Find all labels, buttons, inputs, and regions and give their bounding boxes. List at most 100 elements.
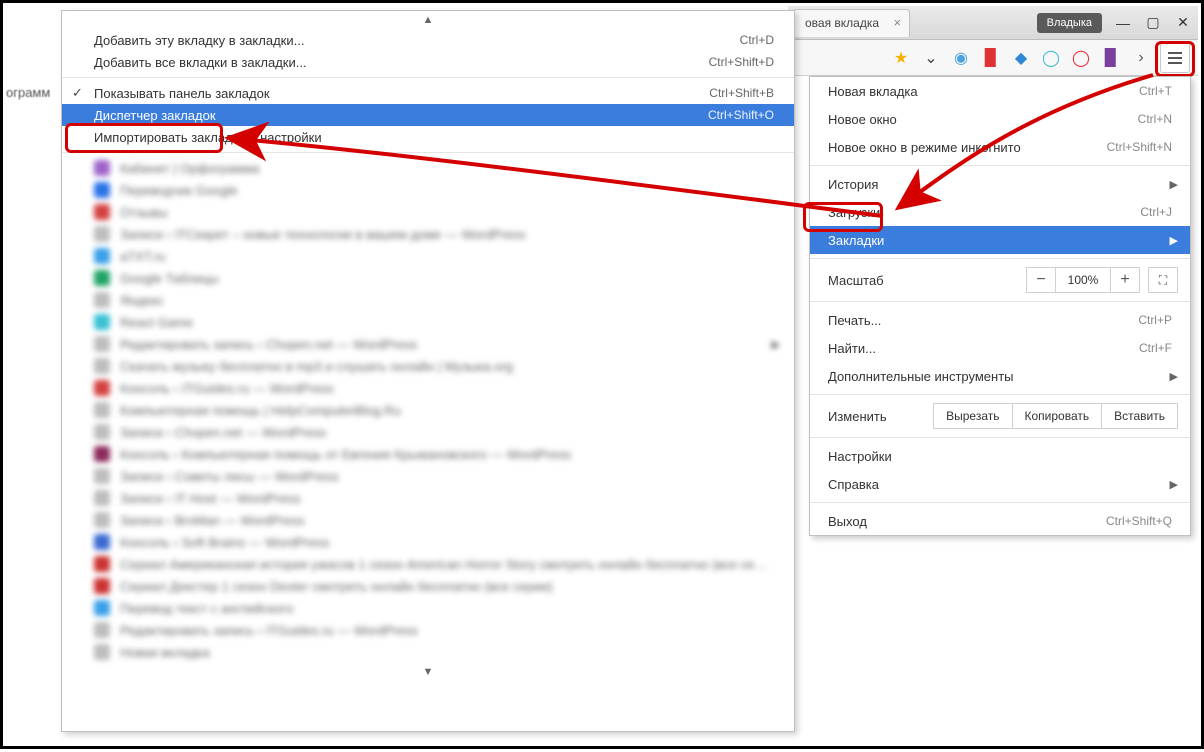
- bookmark-label: Сериал Декстер 1 сезон Dexter смотреть о…: [120, 579, 553, 594]
- minimize-button[interactable]: —: [1108, 12, 1138, 34]
- menu-find[interactable]: Найти...Ctrl+F: [810, 334, 1190, 362]
- check-icon: ✓: [72, 85, 83, 101]
- onenote-icon[interactable]: ▉: [1100, 47, 1122, 69]
- favicon-icon: [94, 600, 110, 616]
- label: Новое окно: [828, 112, 897, 127]
- favicon-icon: [94, 204, 110, 220]
- bookmark-label: Переводчик Google: [120, 183, 238, 198]
- bookmark-label: Консоль ‹ Компьютерная помощь от Евгения…: [120, 447, 571, 462]
- label: Выход: [828, 514, 867, 529]
- menu-edit-row: Изменить Вырезать Копировать Вставить: [810, 399, 1190, 433]
- fullscreen-button[interactable]: ⛶: [1148, 267, 1178, 293]
- maximize-button[interactable]: ▢: [1138, 12, 1168, 34]
- copy-button[interactable]: Копировать: [1012, 403, 1103, 429]
- label: Загрузки: [828, 205, 880, 220]
- label: Изменить: [828, 409, 887, 424]
- label: Добавить все вкладки в закладки...: [94, 55, 307, 70]
- zoom-out-button[interactable]: −: [1026, 267, 1056, 293]
- favicon-icon: [94, 336, 110, 352]
- user-badge[interactable]: Владыка: [1037, 13, 1102, 33]
- menu-exit[interactable]: Выход Ctrl+Shift+Q: [810, 507, 1190, 535]
- label: Масштаб: [828, 273, 884, 288]
- close-button[interactable]: ✕: [1168, 12, 1198, 34]
- zoom-in-button[interactable]: +: [1110, 267, 1140, 293]
- bookmark-item[interactable]: Скачать музыку бесплатно в mp3 и слушать…: [62, 355, 794, 377]
- scroll-down-button[interactable]: ▼: [62, 663, 794, 681]
- bookmark-item[interactable]: aTXT.ru: [62, 245, 794, 267]
- flag-icon[interactable]: ▉: [980, 47, 1002, 69]
- menu-help[interactable]: Справка▶: [810, 470, 1190, 498]
- submenu-add-tab[interactable]: Добавить эту вкладку в закладки...Ctrl+D: [62, 29, 794, 51]
- menu-print[interactable]: Печать...Ctrl+P: [810, 306, 1190, 334]
- pocket-icon[interactable]: ⌄: [920, 47, 942, 69]
- menu-downloads[interactable]: ЗагрузкиCtrl+J: [810, 198, 1190, 226]
- wave-icon[interactable]: ◆: [1010, 47, 1032, 69]
- menu-history[interactable]: История▶: [810, 170, 1190, 198]
- more-icon[interactable]: ›: [1130, 47, 1152, 69]
- separator: [810, 502, 1190, 503]
- favicon-icon: [94, 226, 110, 242]
- label: Новое окно в режиме инкогнито: [828, 140, 1021, 155]
- bookmark-item[interactable]: Google Таблицы: [62, 267, 794, 289]
- shortcut: Ctrl+T: [1139, 84, 1172, 98]
- submenu-bookmark-manager[interactable]: Диспетчер закладокCtrl+Shift+O: [62, 104, 794, 126]
- label: Найти...: [828, 341, 876, 356]
- bookmark-item[interactable]: Яндекс: [62, 289, 794, 311]
- main-menu: Новая вкладкаCtrl+T Новое окно Ctrl+N Нов…: [809, 76, 1191, 536]
- chevron-right-icon: ▶: [772, 338, 780, 351]
- menu-new-tab[interactable]: Новая вкладкаCtrl+T: [810, 77, 1190, 105]
- bookmark-item[interactable]: Новая вкладка: [62, 641, 794, 663]
- menu-new-window[interactable]: Новое окно Ctrl+N: [810, 105, 1190, 133]
- ghostery-icon[interactable]: ◉: [950, 47, 972, 69]
- separator: [810, 301, 1190, 302]
- favicon-icon: [94, 314, 110, 330]
- bookmark-item[interactable]: Записи ‹ Chopen.net — WordPress: [62, 421, 794, 443]
- bookmark-item[interactable]: Консоль ‹ Компьютерная помощь от Евгения…: [62, 443, 794, 465]
- bookmark-item[interactable]: Отзывы: [62, 201, 794, 223]
- favicon-icon: [94, 424, 110, 440]
- circle-icon[interactable]: ◯: [1040, 47, 1062, 69]
- paste-button[interactable]: Вставить: [1101, 403, 1178, 429]
- star-icon[interactable]: ★: [890, 47, 912, 69]
- menu-settings[interactable]: Настройки: [810, 442, 1190, 470]
- submenu-show-bar[interactable]: ✓Показывать панель закладокCtrl+Shift+B: [62, 82, 794, 104]
- bookmark-item[interactable]: Консоль ‹ ITGuides.ru — WordPress: [62, 377, 794, 399]
- bookmark-item[interactable]: Записи ‹ IT Host — WordPress: [62, 487, 794, 509]
- close-icon[interactable]: ×: [893, 15, 901, 30]
- browser-toolbar: ★ ⌄ ◉ ▉ ◆ ◯ ◯ ▉ ›: [788, 40, 1198, 76]
- scroll-up-button[interactable]: ▲: [62, 11, 794, 29]
- bookmark-item[interactable]: Консоль ‹ Soft Brains — WordPress: [62, 531, 794, 553]
- bookmark-item[interactable]: Редактировать запись ‹ ITGuides.ru — Wor…: [62, 619, 794, 641]
- bookmark-item[interactable]: Записи ‹ Советы лисы — WordPress: [62, 465, 794, 487]
- cut-button[interactable]: Вырезать: [933, 403, 1012, 429]
- shortcut: Ctrl+Shift+Q: [1106, 514, 1172, 528]
- bookmark-item[interactable]: Сериал Американская история ужасов 1 сез…: [62, 553, 794, 575]
- shortcut: Ctrl+N: [1138, 112, 1172, 126]
- tab-new[interactable]: овая вкладка ×: [792, 9, 910, 37]
- bookmark-item[interactable]: Редактировать запись ‹ Chopen.net — Word…: [62, 333, 794, 355]
- favicon-icon: [94, 292, 110, 308]
- menu-button[interactable]: [1160, 43, 1190, 73]
- bookmark-label: Редактировать запись ‹ Chopen.net — Word…: [120, 337, 417, 352]
- favicon-icon: [94, 248, 110, 264]
- bookmark-item[interactable]: Компьютерная помощь | HelpComputerBlog.R…: [62, 399, 794, 421]
- bookmark-item[interactable]: Сериал Декстер 1 сезон Dexter смотреть о…: [62, 575, 794, 597]
- zoom-percent: 100%: [1055, 267, 1111, 293]
- bookmark-label: Новая вкладка: [120, 645, 210, 660]
- opera-icon[interactable]: ◯: [1070, 47, 1092, 69]
- menu-bookmarks[interactable]: Закладки▶: [810, 226, 1190, 254]
- bookmark-item[interactable]: React Game: [62, 311, 794, 333]
- menu-incognito[interactable]: Новое окно в режиме инкогнитоCtrl+Shift+…: [810, 133, 1190, 161]
- bookmark-item[interactable]: Записи ‹ ITСекрет – новые технологии в в…: [62, 223, 794, 245]
- favicon-icon: [94, 622, 110, 638]
- bookmark-item[interactable]: Переводчик Google: [62, 179, 794, 201]
- separator: [810, 394, 1190, 395]
- bookmark-item[interactable]: Перевод текст с английского: [62, 597, 794, 619]
- submenu-import[interactable]: Импортировать закладки и настройки: [62, 126, 794, 148]
- bookmark-item[interactable]: Записи ‹ BroMan — WordPress: [62, 509, 794, 531]
- chevron-right-icon: ▶: [1170, 178, 1178, 191]
- menu-more-tools[interactable]: Дополнительные инструменты▶: [810, 362, 1190, 390]
- submenu-add-all-tabs[interactable]: Добавить все вкладки в закладки...Ctrl+S…: [62, 51, 794, 73]
- label: Импортировать закладки и настройки: [94, 130, 322, 145]
- bookmark-item[interactable]: Кабинет | Орфограмма: [62, 157, 794, 179]
